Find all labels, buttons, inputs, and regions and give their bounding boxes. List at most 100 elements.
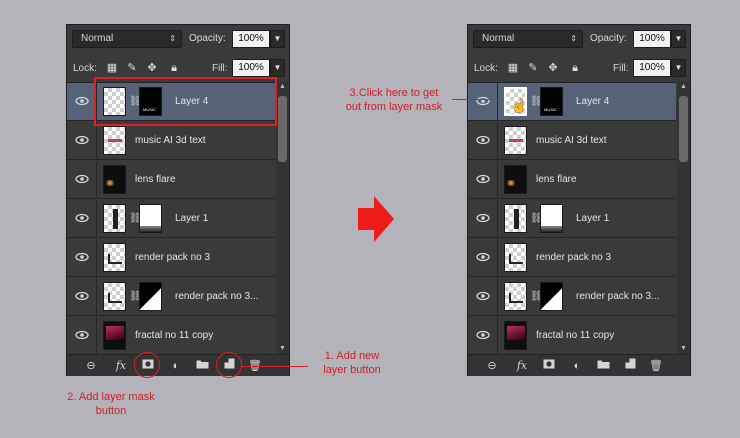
eye-icon (476, 135, 490, 145)
layer-thumbnail[interactable] (103, 321, 126, 350)
layer-mask-thumbnail[interactable]: MUSIC (540, 87, 563, 116)
fx-icon[interactable]: fx (113, 358, 129, 374)
layer-name[interactable]: Layer 1 (175, 213, 208, 224)
layer-mask-thumbnail[interactable] (540, 282, 563, 311)
new-group-icon[interactable] (595, 358, 611, 374)
blend-opacity-row: Normal ⇕ Opacity: 100% ▼ (468, 25, 690, 53)
layer-mask-thumbnail[interactable] (540, 204, 563, 233)
lock-all-icon[interactable]: 🔒︎ (167, 61, 181, 75)
layer-row-fractal-no-11-copy[interactable]: fractal no 11 copy (67, 317, 275, 354)
blend-mode-select[interactable]: Normal ⇕ (72, 30, 182, 48)
layer-thumbnail[interactable] (504, 321, 527, 350)
layer-name[interactable]: render pack no 3 (135, 252, 210, 263)
thumbnail-content (509, 254, 523, 264)
visibility-toggle[interactable] (67, 278, 97, 316)
layer-thumbnail[interactable] (504, 126, 527, 155)
layer-row-lens-flare[interactable]: lens flare (67, 161, 275, 199)
link-layers-icon[interactable]: ⊖ (83, 358, 99, 374)
layers-scrollbar[interactable]: ▲ ▼ (276, 82, 289, 354)
visibility-toggle[interactable] (67, 317, 97, 354)
fill-input[interactable]: 100% (633, 59, 671, 77)
scroll-down-arrow-icon[interactable]: ▼ (677, 344, 690, 354)
scroll-up-arrow-icon[interactable]: ▲ (276, 82, 289, 92)
lock-transparent-pixels-icon[interactable]: ▦ (105, 61, 119, 75)
layer-row-render-pack-no-3-copy[interactable]: ⛓ render pack no 3... (67, 278, 275, 316)
layer-thumbnail[interactable] (103, 243, 126, 272)
new-group-icon[interactable] (194, 358, 210, 374)
layer-row-fractal-no-11-copy[interactable]: fractal no 11 copy (468, 317, 676, 354)
add-layer-mask-icon[interactable] (541, 358, 557, 374)
layer-name[interactable]: music AI 3d text (135, 135, 206, 146)
scroll-thumb[interactable] (278, 96, 287, 162)
visibility-toggle[interactable] (67, 200, 97, 238)
layer-thumbnail[interactable] (103, 204, 126, 233)
scroll-thumb[interactable] (679, 96, 688, 162)
mask-gradient (541, 283, 562, 310)
visibility-toggle[interactable] (67, 161, 97, 199)
opacity-input[interactable]: 100% (232, 30, 270, 48)
layer-name[interactable]: music AI 3d text (536, 135, 607, 146)
layer-name[interactable]: lens flare (536, 174, 577, 185)
visibility-toggle[interactable] (468, 83, 498, 121)
lock-all-icon[interactable]: 🔒︎ (568, 61, 582, 75)
updown-arrows-icon: ⇕ (169, 34, 176, 43)
layer-thumbnail[interactable] (504, 204, 527, 233)
visibility-toggle[interactable] (468, 239, 498, 277)
visibility-toggle[interactable] (468, 200, 498, 238)
visibility-toggle[interactable] (67, 122, 97, 160)
layer-row-layer-4[interactable]: ☝ ⛓ MUSIC Layer 4 (468, 83, 676, 121)
adjustment-layer-icon[interactable]: ◐ (168, 358, 184, 374)
layer-row-music-ai-3d-text[interactable]: music AI 3d text (468, 122, 676, 160)
layer-thumbnail[interactable] (504, 282, 527, 311)
layer-thumbnail[interactable] (103, 165, 126, 194)
layer-name[interactable]: fractal no 11 copy (135, 330, 213, 341)
lock-image-pixels-icon[interactable]: ✎ (125, 61, 139, 75)
layer-name[interactable]: render pack no 3 (536, 252, 611, 263)
layer-name[interactable]: lens flare (135, 174, 176, 185)
lock-position-icon[interactable]: ✥ (546, 61, 560, 75)
lock-image-pixels-icon[interactable]: ✎ (526, 61, 540, 75)
new-layer-icon[interactable] (622, 358, 638, 374)
fill-input[interactable]: 100% (232, 59, 270, 77)
fill-dropdown-button[interactable]: ▼ (270, 59, 285, 77)
adjustment-layer-icon[interactable]: ◐ (569, 358, 585, 374)
scroll-up-arrow-icon[interactable]: ▲ (677, 82, 690, 92)
layer-name[interactable]: render pack no 3... (175, 291, 258, 302)
fx-icon[interactable]: fx (514, 358, 530, 374)
delete-layer-icon[interactable]: 🗑︎ (648, 358, 664, 374)
layer-thumbnail[interactable] (103, 126, 126, 155)
fill-dropdown-button[interactable]: ▼ (671, 59, 686, 77)
layer-row-render-pack-no-3[interactable]: render pack no 3 (468, 239, 676, 277)
visibility-toggle[interactable] (468, 161, 498, 199)
link-layers-icon[interactable]: ⊖ (484, 358, 500, 374)
layer-name[interactable]: render pack no 3... (576, 291, 659, 302)
layer-row-music-ai-3d-text[interactable]: music AI 3d text (67, 122, 275, 160)
blend-mode-select[interactable]: Normal ⇕ (473, 30, 583, 48)
visibility-toggle[interactable] (468, 122, 498, 160)
layer-thumbnail[interactable] (103, 282, 126, 311)
layers-scrollbar[interactable]: ▲ ▼ (677, 82, 690, 354)
lock-transparent-pixels-icon[interactable]: ▦ (506, 61, 520, 75)
layer-row-layer-1[interactable]: ⛓ Layer 1 (67, 200, 275, 238)
visibility-toggle[interactable] (67, 239, 97, 277)
opacity-dropdown-button[interactable]: ▼ (270, 30, 285, 48)
scroll-down-arrow-icon[interactable]: ▼ (276, 344, 289, 354)
visibility-toggle[interactable] (468, 278, 498, 316)
opacity-input[interactable]: 100% (633, 30, 671, 48)
layer-name[interactable]: Layer 4 (576, 96, 609, 107)
layer-name[interactable]: Layer 1 (576, 213, 609, 224)
layer-row-layer-1[interactable]: ⛓ Layer 1 (468, 200, 676, 238)
layer-row-render-pack-no-3-copy[interactable]: ⛓ render pack no 3... (468, 278, 676, 316)
visibility-toggle[interactable] (468, 317, 498, 354)
layer-name[interactable]: fractal no 11 copy (536, 330, 614, 341)
visibility-toggle[interactable] (67, 83, 97, 121)
layer-mask-thumbnail[interactable] (139, 282, 162, 311)
layer-thumbnail-selected[interactable]: ☝ (504, 87, 527, 116)
layer-thumbnail[interactable] (504, 165, 527, 194)
layer-row-render-pack-no-3[interactable]: render pack no 3 (67, 239, 275, 277)
opacity-dropdown-button[interactable]: ▼ (671, 30, 686, 48)
lock-position-icon[interactable]: ✥ (145, 61, 159, 75)
layer-thumbnail[interactable] (504, 243, 527, 272)
layer-mask-thumbnail[interactable] (139, 204, 162, 233)
layer-row-lens-flare[interactable]: lens flare (468, 161, 676, 199)
